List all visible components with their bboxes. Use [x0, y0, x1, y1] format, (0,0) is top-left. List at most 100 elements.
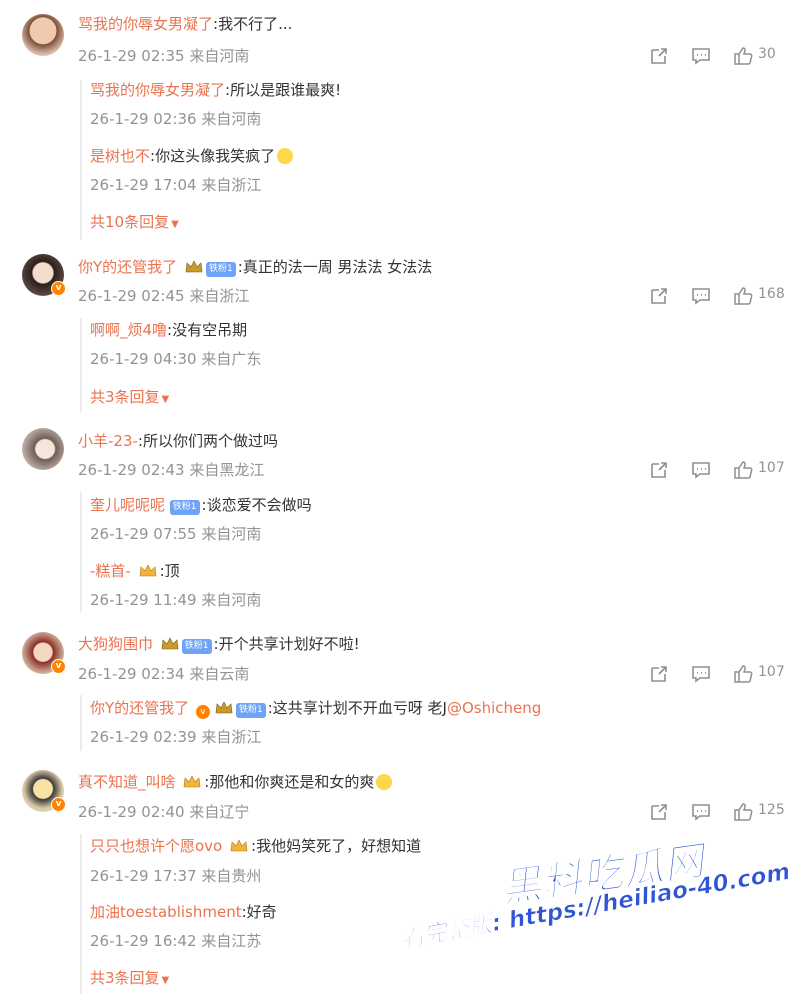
location: 来自河南: [201, 591, 262, 609]
reply-username[interactable]: 奎儿呢呢呢: [90, 496, 165, 514]
like-icon[interactable]: [732, 459, 754, 481]
reply-username[interactable]: 是树也不: [90, 147, 150, 165]
username[interactable]: 真不知道_叫啥: [78, 773, 176, 791]
reply-username[interactable]: 加油toestablishment: [90, 903, 242, 921]
reply-divider: [80, 834, 82, 994]
avatar[interactable]: [22, 14, 64, 56]
timestamp: 26-1-29 17:37: [90, 867, 197, 885]
like-count: 107: [758, 664, 785, 680]
username[interactable]: 小羊-23-: [78, 432, 138, 450]
laugh-emoji-icon: [277, 148, 294, 164]
location: 来自广东: [201, 350, 262, 368]
like-icon[interactable]: [732, 801, 754, 823]
more-replies-link[interactable]: 共10条回复 ▼: [90, 211, 179, 232]
verified-icon: v: [195, 705, 210, 719]
timestamp: 26-1-29 04:30: [90, 350, 197, 368]
comment-actions: 125: [648, 801, 788, 825]
reply-text: 没有空吊期: [172, 321, 248, 339]
reply-text: 这共享计划不开血亏呀 老J: [272, 699, 447, 717]
timestamp: 26-1-29 02:40: [78, 803, 185, 821]
timestamp: 26-1-29 02:34: [78, 665, 185, 683]
like-icon[interactable]: [732, 285, 754, 307]
like-icon[interactable]: [732, 663, 754, 685]
reply-divider: [80, 80, 82, 240]
timestamp: 26-1-29 02:36: [90, 110, 197, 128]
avatar[interactable]: [22, 428, 64, 470]
crown-icon: [139, 564, 156, 577]
location: 来自河南: [201, 110, 262, 128]
location: 来自辽宁: [189, 803, 250, 821]
share-icon[interactable]: [648, 663, 670, 685]
crown-icon: [185, 260, 203, 273]
verified-icon: v: [51, 281, 66, 296]
location: 来自浙江: [201, 176, 262, 194]
more-replies-link[interactable]: 共3条回复 ▼: [90, 967, 169, 988]
timestamp: 26-1-29 02:45: [78, 287, 185, 305]
caret-down-icon: ▼: [161, 975, 170, 986]
reply-username[interactable]: 只只也想许个愿ovo: [90, 837, 222, 855]
reply-text: 谈恋爱不会做吗: [206, 496, 312, 514]
share-icon[interactable]: [648, 459, 670, 481]
like-count: 168: [758, 286, 785, 302]
fan-badge: 铁粉1: [205, 262, 236, 277]
comment-text: 真正的法一周 男法法 女法法: [242, 258, 433, 276]
location: 来自河南: [201, 525, 262, 543]
comment-text: 我不行了...: [218, 15, 293, 33]
comment-icon[interactable]: [690, 285, 712, 307]
comment-text: 所以你们两个做过吗: [142, 432, 278, 450]
comment-actions: 107: [648, 663, 788, 687]
verified-icon: v: [51, 659, 66, 674]
caret-down-icon: ▼: [161, 394, 170, 405]
crown-icon: [230, 839, 248, 852]
reply-divider: [80, 492, 82, 612]
reply-text: 我他妈笑死了，好想知道: [256, 837, 422, 855]
comment-icon[interactable]: [690, 45, 712, 67]
crown-icon: [215, 701, 233, 714]
comment-icon[interactable]: [690, 459, 712, 481]
share-icon[interactable]: [648, 285, 670, 307]
location: 来自黑龙江: [189, 461, 265, 479]
username[interactable]: 骂我的你辱女男凝了: [78, 15, 213, 33]
reply-username[interactable]: -糕首-: [90, 562, 131, 580]
comment-icon[interactable]: [690, 801, 712, 823]
reply-username[interactable]: 你Y的还管我了: [90, 699, 189, 717]
location: 来自江苏: [201, 932, 262, 950]
comment-actions: 107: [648, 459, 788, 483]
timestamp: 26-1-29 11:49: [90, 591, 197, 609]
share-icon[interactable]: [648, 45, 670, 67]
avatar[interactable]: v: [22, 254, 66, 296]
share-icon[interactable]: [648, 801, 670, 823]
reply-username[interactable]: 啊啊_烦4噜: [90, 321, 167, 339]
mention-link[interactable]: @Oshicheng: [447, 699, 541, 717]
timestamp: 26-1-29 07:55: [90, 525, 197, 543]
like-icon[interactable]: [732, 45, 754, 67]
comment-icon[interactable]: [690, 663, 712, 685]
location: 来自河南: [189, 47, 250, 65]
avatar[interactable]: v: [22, 632, 66, 674]
comment-actions: 30: [648, 45, 788, 69]
verified-icon: v: [51, 797, 66, 812]
smile-emoji-icon: [376, 774, 393, 790]
timestamp: 26-1-29 02:39: [90, 728, 197, 746]
comment-text: 开个共享计划好不啦!: [218, 635, 360, 653]
reply-text: 你这头像我笑疯了: [155, 147, 276, 165]
fan-badge: 铁粉1: [169, 500, 200, 515]
timestamp: 26-1-29 02:43: [78, 461, 185, 479]
more-replies-link[interactable]: 共3条回复 ▼: [90, 386, 169, 407]
reply-text: 所以是跟谁最爽!: [230, 81, 342, 99]
reply-divider: [80, 695, 82, 751]
timestamp: 26-1-29 02:35: [78, 47, 185, 65]
location: 来自贵州: [201, 867, 262, 885]
like-count: 30: [758, 46, 776, 62]
reply-text: 好奇: [246, 903, 277, 921]
timestamp: 26-1-29 17:04: [90, 176, 197, 194]
reply-username[interactable]: 骂我的你辱女男凝了: [90, 81, 225, 99]
caret-down-icon: ▼: [171, 219, 179, 230]
crown-icon: [161, 637, 179, 650]
avatar[interactable]: v: [22, 770, 66, 812]
username[interactable]: 你Y的还管我了: [78, 258, 177, 276]
crown-icon: [183, 775, 201, 788]
username[interactable]: 大狗狗围巾: [78, 635, 153, 653]
timestamp: 26-1-29 16:42: [90, 932, 197, 950]
comment-actions: 168: [648, 285, 788, 309]
